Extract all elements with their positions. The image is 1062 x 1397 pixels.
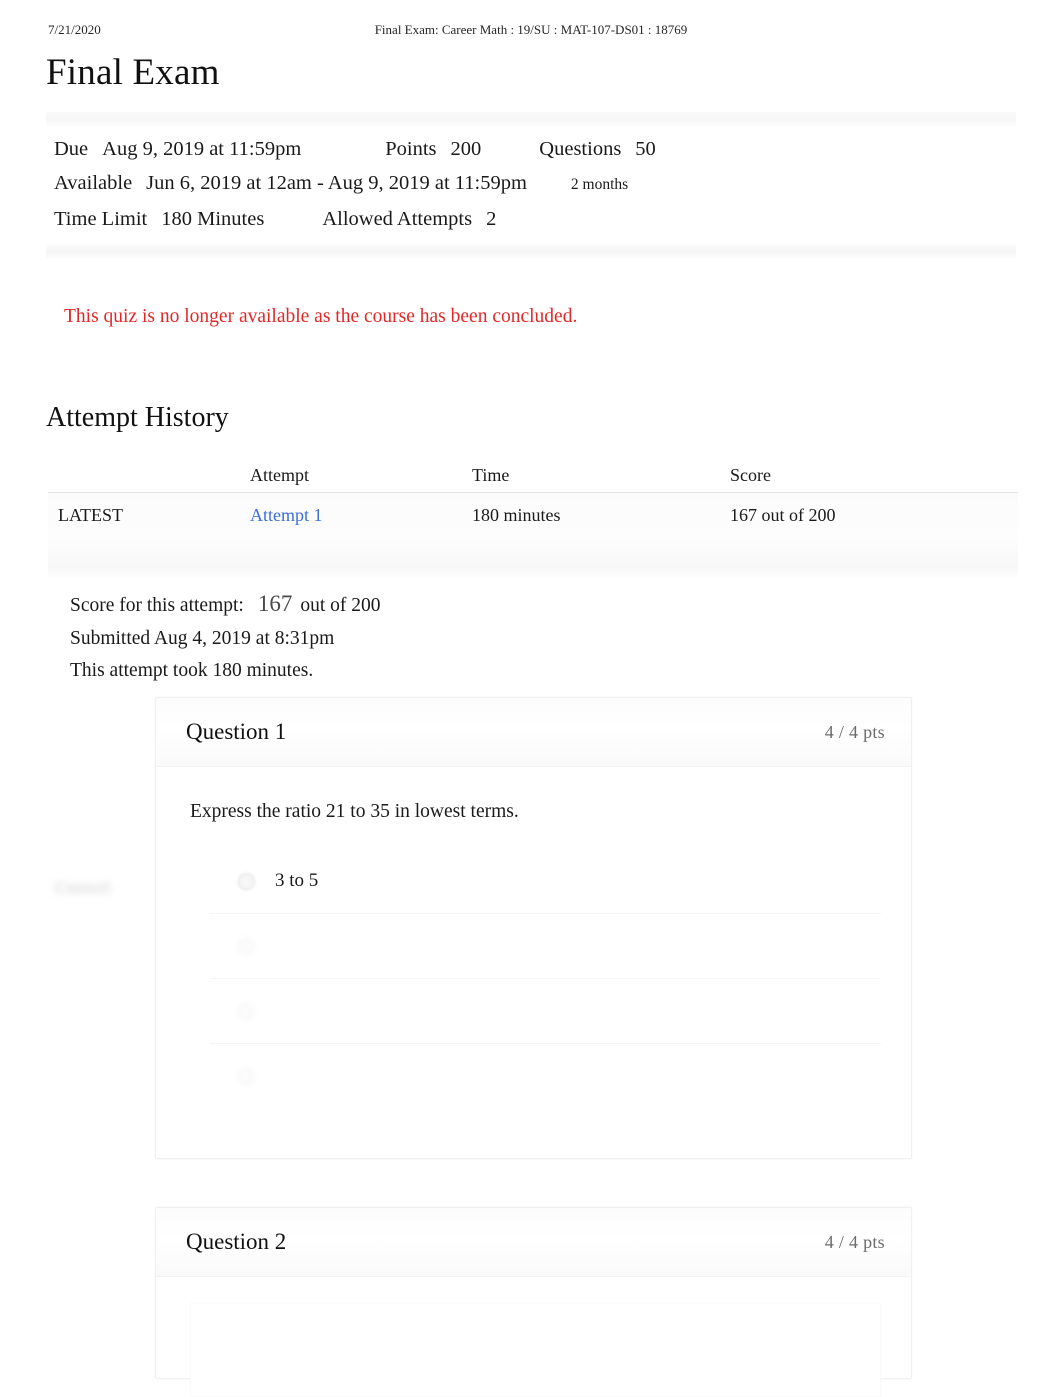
question-2-name: Question 2	[186, 1229, 287, 1254]
quiz-unavailable-notice: This quiz is no longer available as the …	[64, 306, 578, 327]
score-for-attempt-line: Score for this attempt: 167 out of 200	[70, 588, 381, 623]
allowed-attempts-label: Allowed Attempts	[322, 208, 473, 230]
correct-badge: Correct!	[55, 878, 112, 897]
column-header-score: Score	[730, 464, 771, 485]
answer-option[interactable]: 3 to 5	[210, 849, 881, 913]
submitted-line: Submitted Aug 4, 2019 at 8:31pm	[70, 627, 335, 649]
question-1-header: Question 1 4 / 4 pts	[156, 698, 911, 767]
column-header-attempt: Attempt	[250, 464, 309, 485]
quiz-details-row-due: Due Aug 9, 2019 at 11:59pm Points 200 Qu…	[46, 132, 1016, 166]
table-header-row: Attempt Time Score	[48, 458, 1018, 493]
answer-option[interactable]	[210, 978, 881, 1043]
question-1-body: Express the ratio 21 to 35 in lowest ter…	[156, 767, 911, 1108]
page-title: Final Exam	[46, 52, 220, 93]
questions-label: Questions	[539, 138, 622, 160]
attempt-history-table: Attempt Time Score LATEST Attempt 1 180 …	[48, 458, 1018, 579]
attempt-1-link[interactable]: Attempt 1	[250, 505, 323, 525]
quiz-details-box: Due Aug 9, 2019 at 11:59pm Points 200 Qu…	[46, 112, 1016, 258]
duration-line: This attempt took 180 minutes.	[70, 660, 314, 681]
score-out-of: out of 200	[300, 595, 381, 616]
answer-option-label	[255, 1065, 299, 1087]
print-header: 7/21/2020 Final Exam: Career Math : 19/S…	[0, 22, 1062, 42]
question-2-content-panel	[190, 1303, 881, 1397]
available-duration: 2 months	[570, 176, 629, 193]
time-limit-label: Time Limit	[54, 208, 148, 230]
due-label: Due	[54, 138, 89, 160]
quiz-details-rows: Due Aug 9, 2019 at 11:59pm Points 200 Qu…	[46, 126, 1016, 236]
question-card-1: Question 1 4 / 4 pts Express the ratio 2…	[155, 697, 912, 1159]
available-value: Jun 6, 2019 at 12am - Aug 9, 2019 at 11:…	[146, 172, 527, 194]
table-row: LATEST Attempt 1 180 minutes 167 out of …	[48, 493, 1018, 537]
attempt-history-footer-bar	[48, 537, 1018, 579]
question-2-header: Question 2 4 / 4 pts	[156, 1208, 911, 1277]
allowed-attempts-value: 2	[486, 208, 497, 230]
answer-option[interactable]	[210, 1043, 881, 1108]
attempt-kept-badge: LATEST	[58, 504, 123, 525]
answer-option-label	[255, 1000, 308, 1022]
radio-button-icon[interactable]	[238, 937, 255, 955]
points-value: 200	[450, 138, 482, 160]
available-label: Available	[54, 172, 133, 194]
questions-value: 50	[635, 138, 656, 160]
question-card-2: Question 2 4 / 4 pts	[155, 1207, 912, 1397]
answer-option-label	[255, 935, 299, 957]
question-1-points: 4 / 4 pts	[824, 721, 885, 742]
radio-button-icon[interactable]	[238, 872, 255, 890]
due-value: Aug 9, 2019 at 11:59pm	[102, 138, 302, 160]
question-2-points: 4 / 4 pts	[824, 1231, 885, 1252]
question-2-body	[156, 1277, 911, 1397]
attempt-link-cell[interactable]: Attempt 1	[250, 505, 472, 526]
question-1-name: Question 1	[186, 719, 287, 744]
score-summary: Score for this attempt: 167 out of 200 Sub…	[70, 588, 381, 688]
column-header-time: Time	[472, 464, 510, 485]
radio-button-icon[interactable]	[238, 1002, 255, 1020]
question-1-answers: 3 to 5	[210, 849, 881, 1108]
score-label: Score for this attempt:	[70, 595, 244, 616]
time-limit-value: 180 Minutes	[161, 208, 265, 230]
attempt-time-cell: 180 minutes	[472, 504, 561, 525]
attempt-history-heading: Attempt History	[46, 402, 229, 433]
radio-button-icon[interactable]	[238, 1067, 255, 1085]
quiz-details-row-available: Available Jun 6, 2019 at 12am - Aug 9, 2…	[46, 166, 1016, 202]
quiz-details-top-bar	[46, 112, 1016, 126]
quiz-details-row-time-limit: Time Limit 180 Minutes Allowed Attempts …	[46, 202, 1016, 236]
question-1-text: Express the ratio 21 to 35 in lowest ter…	[190, 801, 519, 822]
answer-option[interactable]	[210, 913, 881, 978]
attempt-score-cell: 167 out of 200	[730, 504, 836, 525]
answer-option-label: 3 to 5	[275, 870, 319, 891]
score-value: 167	[257, 591, 293, 616]
quiz-details-bottom-bar	[46, 244, 1016, 258]
points-label: Points	[385, 138, 437, 160]
print-page-title: Final Exam: Career Math : 19/SU : MAT-10…	[374, 22, 688, 37]
